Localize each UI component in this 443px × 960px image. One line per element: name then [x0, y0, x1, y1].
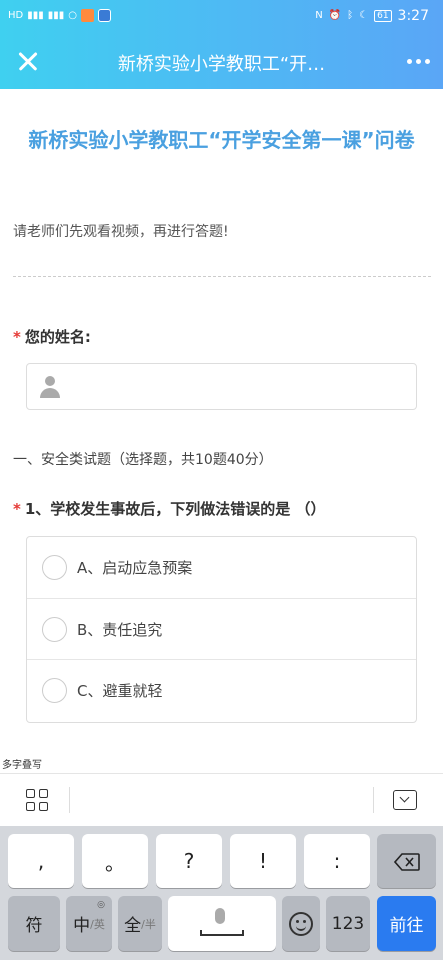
ime-toolbar: [0, 773, 443, 826]
keyboard: , 。 ? ! : 符 ◎ 中/英 全/半 123 前往: [0, 826, 443, 960]
option-a[interactable]: A、启动应急预案: [27, 537, 416, 599]
status-right: N ⏰ ᛒ ☾ 61 3:27: [315, 8, 429, 24]
zh-en-toggle-key[interactable]: ◎ 中/英: [66, 896, 112, 951]
signal-icon: ▮▮▮: [47, 9, 65, 21]
option-b[interactable]: B、责任追究: [27, 599, 416, 660]
backspace-key[interactable]: [377, 834, 436, 888]
moon-icon: ☾: [359, 10, 369, 21]
status-bar: HD ▮▮▮ ▮▮▮ ○ N ⏰ ᛒ ☾ 61 3:27: [0, 0, 443, 33]
page-title: 新桥实验小学教职工“开…: [117, 54, 326, 75]
option-c[interactable]: C、避重就轻: [27, 660, 416, 722]
app-orange-icon: [81, 9, 94, 22]
option-label: B、责任追究: [77, 620, 163, 639]
option-label: A、启动应急预案: [77, 559, 193, 577]
backspace-icon: [393, 852, 420, 871]
survey-title: 新桥实验小学教职工“开学安全第一课”问卷: [28, 128, 415, 152]
grid-menu-icon[interactable]: [26, 789, 48, 811]
user-icon: [40, 376, 60, 398]
section-heading: 一、安全类试题（选择题，共10题40分）: [13, 452, 273, 468]
top-bar: HD ▮▮▮ ▮▮▮ ○ N ⏰ ᛒ ☾ 61 3:27 新桥实验小学教职工“开…: [0, 0, 443, 89]
dashed-divider: [13, 276, 431, 277]
ime-mode-label: 多字叠写: [2, 760, 42, 771]
question-1-text: 1、学校发生事故后，下列做法错误的是 （）: [24, 500, 326, 518]
circle-icon: ○: [68, 9, 77, 21]
half-label: /半: [141, 917, 156, 931]
emoji-icon: [289, 911, 313, 936]
question-1-label: * 1、学校发生事故后，下列做法错误的是 （）: [13, 498, 326, 519]
signal-icon: ▮▮▮: [27, 9, 44, 21]
microphone-icon: [215, 908, 225, 924]
radio-button[interactable]: [42, 616, 67, 642]
globe-icon: ◎: [97, 900, 105, 910]
name-question-label: * 您的姓名:: [13, 326, 91, 347]
radio-button[interactable]: [42, 555, 67, 580]
name-input[interactable]: [26, 363, 417, 410]
bluetooth-icon: ᛒ: [347, 10, 354, 21]
status-left: HD ▮▮▮ ▮▮▮ ○: [8, 9, 111, 22]
full-label: 全: [124, 916, 142, 936]
space-icon: [200, 930, 244, 936]
name-question-text: 您的姓名:: [24, 328, 91, 346]
full-half-width-key[interactable]: 全/半: [118, 896, 162, 951]
option-label: C、避重就轻: [77, 682, 163, 700]
alarm-icon: ⏰: [328, 10, 342, 21]
battery-indicator: 61: [374, 10, 392, 22]
en-label: /英: [90, 917, 105, 931]
hide-keyboard-icon[interactable]: [393, 790, 417, 810]
space-key[interactable]: [168, 896, 276, 951]
survey-intro: 请老师们先观看视频，再进行答题!: [13, 224, 229, 240]
numeric-key[interactable]: 123: [326, 896, 370, 951]
question-1-options: A、启动应急预案 B、责任追究 C、避重就轻: [26, 536, 417, 723]
key-comma[interactable]: ,: [8, 834, 74, 888]
required-mark: *: [13, 328, 21, 346]
radio-button[interactable]: [42, 678, 67, 703]
key-colon[interactable]: :: [304, 834, 370, 888]
hd-icon: HD: [8, 9, 24, 21]
close-icon[interactable]: [12, 45, 44, 77]
nfc-icon: N: [315, 10, 323, 21]
zh-label: 中: [73, 916, 91, 936]
key-period[interactable]: 。: [82, 834, 148, 888]
required-mark: *: [13, 500, 21, 518]
symbol-key[interactable]: 符: [8, 896, 60, 951]
emoji-key[interactable]: [282, 896, 320, 951]
go-key[interactable]: 前往: [377, 896, 436, 951]
key-question[interactable]: ?: [156, 834, 222, 888]
title-bar: 新桥实验小学教职工“开…: [0, 33, 443, 89]
app-blue-icon: [98, 9, 111, 22]
clock: 3:27: [397, 8, 429, 24]
toolbar-divider: [69, 787, 70, 813]
more-options-icon[interactable]: [407, 53, 433, 69]
key-exclamation[interactable]: !: [230, 834, 296, 888]
toolbar-divider: [373, 787, 374, 813]
